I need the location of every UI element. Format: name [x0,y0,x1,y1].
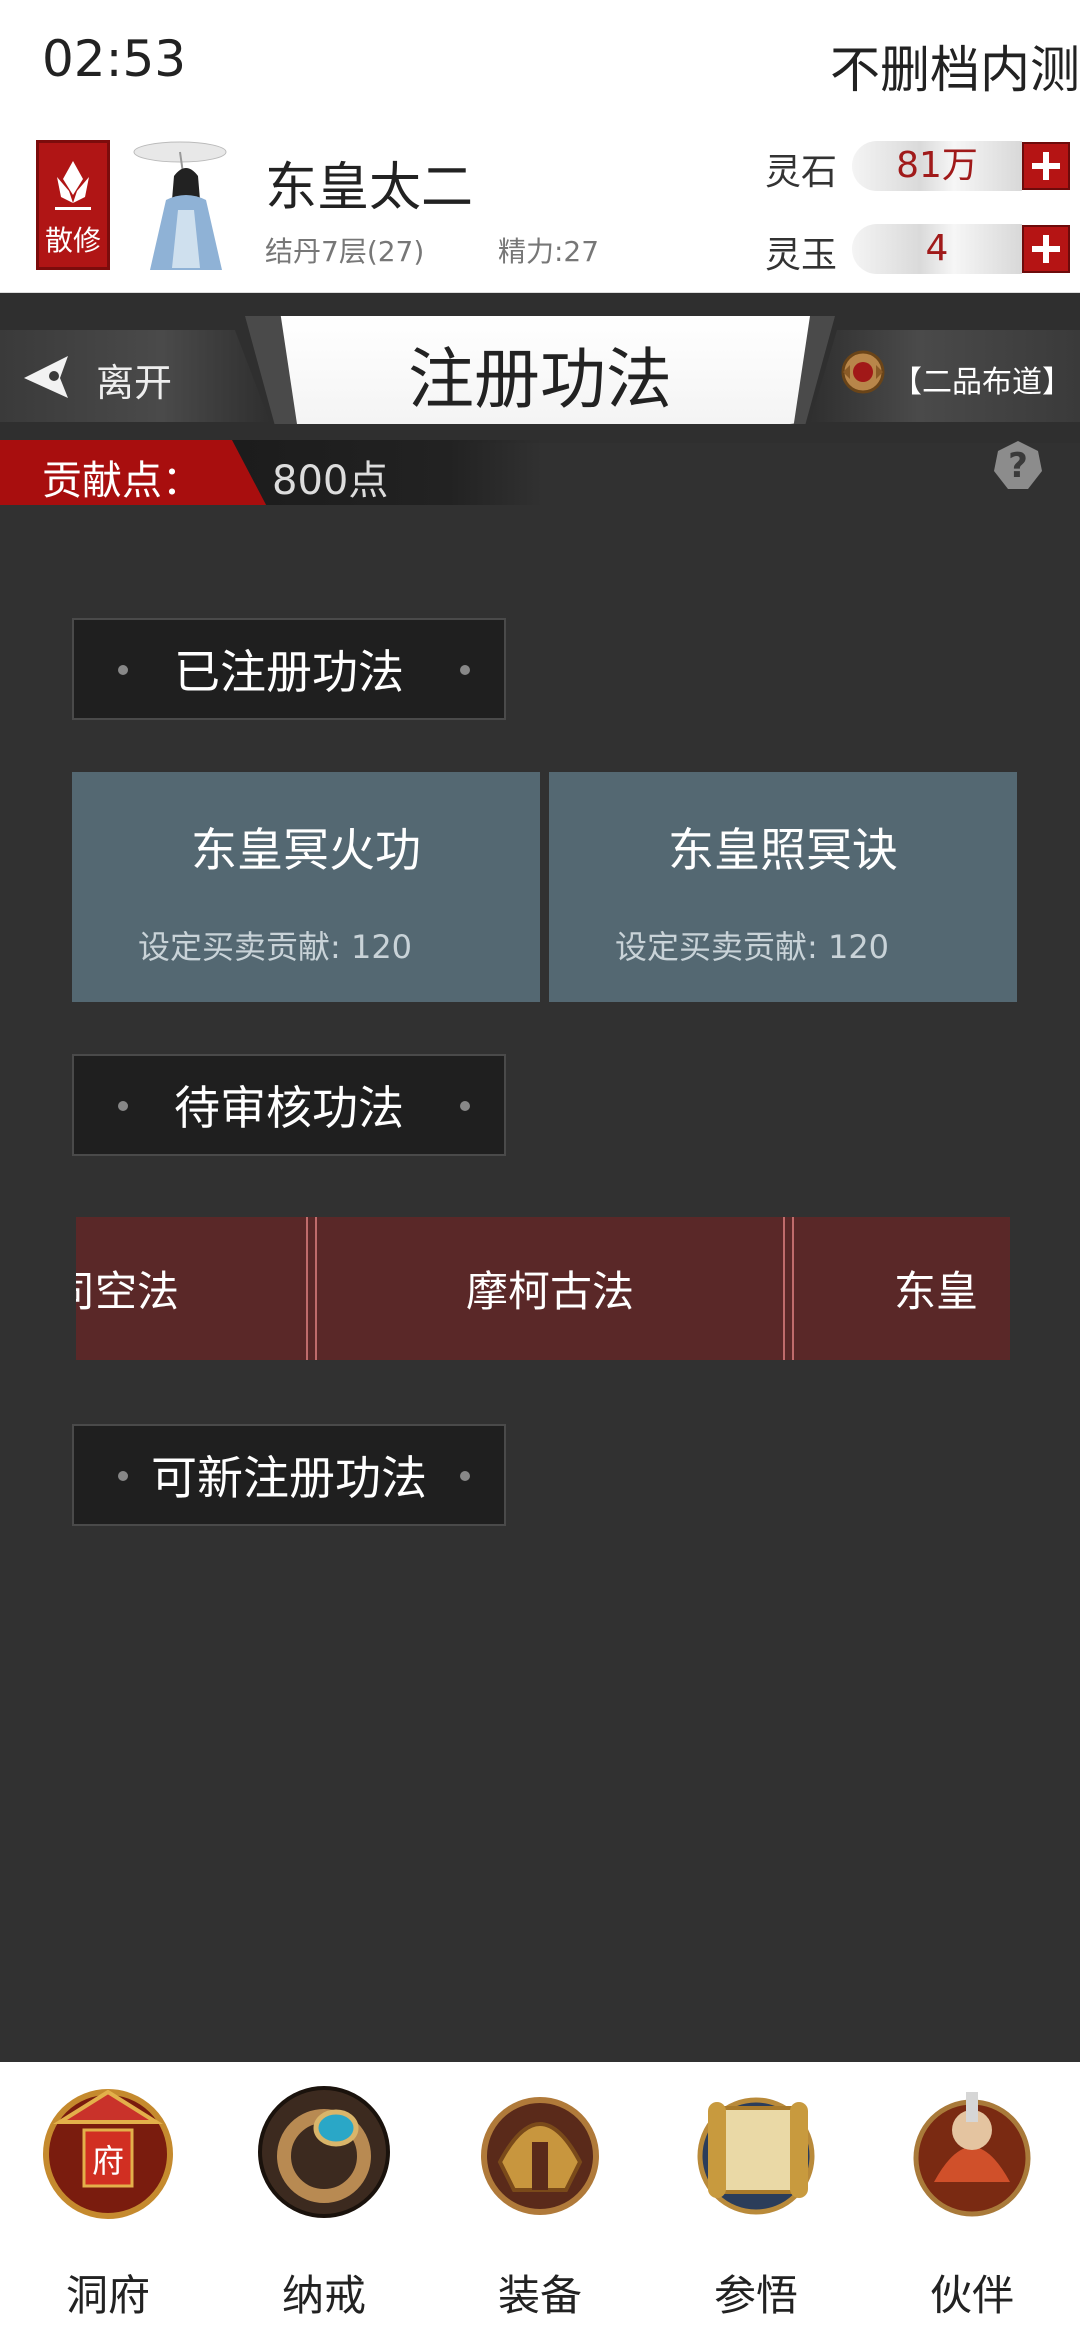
scroll-icon [697,2097,815,2215]
sect-label: 散修 [44,224,101,257]
header-dot [460,665,470,675]
nav-label: 纳戒 [281,2271,366,2320]
registered-section-header: 已注册功法 [72,618,506,720]
pending-skill-name: 摩柯古法 [465,1267,634,1316]
spirit-jade-value: 4 [852,224,1022,274]
pending-skill-item[interactable]: 摩柯古法 [317,1217,783,1360]
divider [783,1217,785,1360]
header-dot [118,1101,128,1111]
page-title: 注册功法 [408,341,672,418]
svg-text:府: 府 [92,2142,124,2180]
pending-skill-name: 东皇 [894,1267,979,1316]
header-dot [460,1471,470,1481]
player-name: 东皇太二 [265,158,474,218]
helmet-icon [481,2097,599,2215]
partner-icon [913,2092,1031,2217]
add-spirit-jade-button[interactable] [1022,225,1070,273]
back-arrow-icon [24,356,68,398]
skill-price: 设定买卖贡献: 120 [615,928,890,966]
skill-name: 东皇冥火功 [191,823,421,877]
plus-icon [1032,235,1060,263]
medal-icon [841,350,885,394]
new-section-header: 可新注册功法 [72,1424,506,1526]
avatar[interactable] [122,140,250,274]
player-realm: 结丹7层(27) [265,235,425,268]
spirit-stone-label: 灵石 [765,152,838,193]
pending-skill-name: 司空法 [76,1267,179,1316]
nav-item-equipment[interactable]: 装备 [432,2062,648,2340]
server-name: 不删档内测 [830,41,1080,99]
sect-badge[interactable]: 散修 [36,140,110,270]
header-dot [118,665,128,675]
new-section-title: 可新注册功法 [151,1451,427,1505]
pending-skill-item[interactable]: 东皇 [794,1217,1010,1360]
svg-text:?: ? [1008,446,1028,486]
status-time: 02:53 [42,30,187,88]
skill-name: 东皇照冥诀 [668,823,898,877]
contribution-label: 贡献点： [42,458,202,504]
pending-section-header: 待审核功法 [72,1054,506,1156]
nav-label: 参悟 [713,2271,798,2320]
nav-label: 装备 [497,2271,582,2320]
rank-label: 【二品布道】 [892,365,1072,400]
pending-skill-item[interactable]: 司空法 [76,1217,306,1360]
skill-price: 设定买卖贡献: 120 [138,928,413,966]
nav-item-partner[interactable]: 伙伴 [864,2062,1080,2340]
nav-item-ring[interactable]: 纳戒 [216,2062,432,2340]
add-spirit-stone-button[interactable] [1022,142,1070,190]
registered-section-title: 已注册功法 [174,645,404,699]
pending-skill-carousel[interactable]: 司空法 摩柯古法 东皇 [76,1217,1010,1360]
registered-skill-card[interactable]: 东皇冥火功 设定买卖贡献: 120 [72,772,540,1002]
cave-mansion-icon: 府 [43,2089,173,2219]
nav-label: 伙伴 [929,2271,1014,2320]
nav-item-insight[interactable]: 参悟 [648,2062,864,2340]
registered-skill-card[interactable]: 东皇照冥诀 设定买卖贡献: 120 [549,772,1017,1002]
contribution-value: 800点 [272,458,389,504]
leave-label[interactable]: 离开 [96,352,172,407]
spirit-stone-value: 81万 [852,141,1022,191]
lotus-icon [55,161,91,210]
nav-label: 洞府 [65,2271,150,2320]
help-icon[interactable]: ? [990,437,1046,493]
ring-icon [258,2086,390,2218]
header-dot [118,1471,128,1481]
spirit-jade-label: 灵玉 [765,235,838,276]
header-dot [460,1101,470,1111]
pending-section-title: 待审核功法 [174,1081,404,1135]
player-stamina: 精力:27 [498,235,600,268]
divider [306,1217,308,1360]
plus-icon [1032,152,1060,180]
nav-item-cave[interactable]: 府 洞府 [0,2062,216,2340]
